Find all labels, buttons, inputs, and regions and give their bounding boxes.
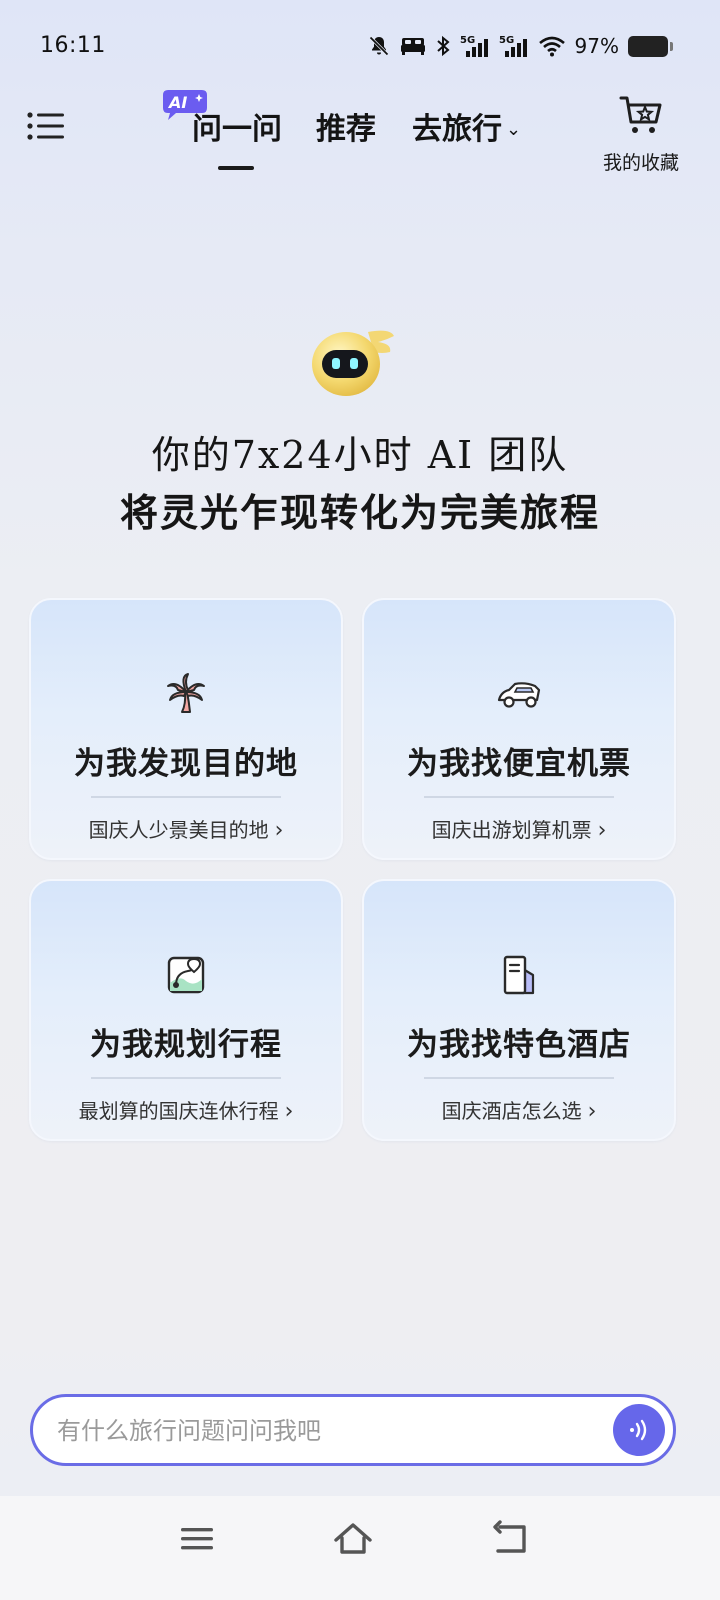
svg-text:AI: AI [167, 93, 187, 112]
svg-text:5G: 5G [460, 35, 475, 46]
chevron-right-icon: › [597, 818, 607, 843]
back-icon [493, 1520, 526, 1553]
bed-icon [400, 35, 426, 57]
ai-badge: AI [162, 88, 208, 122]
wifi-icon [538, 35, 566, 57]
card-divider [424, 796, 614, 798]
battery-icon [628, 35, 673, 57]
hero-subheadline: 将灵光乍现转化为完美旅程 [119, 490, 600, 535]
home-icon [334, 1523, 372, 1554]
active-tab-indicator [218, 166, 254, 170]
tab-travel-label: 去旅行 [412, 112, 502, 147]
tab-travel[interactable]: 去旅行 ⌄ [412, 104, 521, 148]
tab-recommend[interactable]: 推荐 [316, 104, 376, 148]
system-nav-bar [0, 1496, 720, 1600]
special-hotel-card[interactable]: 为我找特色酒店 国庆酒店怎么选 › [362, 879, 676, 1141]
svg-text:5G: 5G [499, 35, 514, 46]
cheap-flights-card[interactable]: 为我找便宜机票 国庆出游划算机票 › [362, 598, 676, 860]
status-icons: 5G 5G 97% [367, 32, 673, 60]
ai-mascot-icon [308, 326, 398, 400]
hamburger-menu-icon [27, 112, 64, 140]
menu-button[interactable] [26, 106, 66, 146]
chat-input-bar [30, 1394, 676, 1466]
card-divider [91, 1077, 281, 1079]
card-suggestion-link[interactable]: 国庆出游划算机票 › [364, 814, 674, 843]
card-divider [424, 1077, 614, 1079]
battery-percent: 97% [574, 34, 619, 58]
status-time: 16:11 [40, 33, 106, 58]
card-subtitle: 国庆人少景美目的地 [88, 818, 269, 842]
favorites-label: 我的收藏 [602, 152, 679, 174]
plan-itinerary-card[interactable]: 为我规划行程 最划算的国庆连休行程 › [29, 879, 343, 1141]
menu-lines-icon [181, 1528, 213, 1550]
top-header: AI 问一问 推荐 去旅行 ⌄ 我的收藏 [0, 80, 720, 180]
nav-back-button[interactable] [486, 1514, 536, 1564]
signal-5g-icon: 5G [499, 33, 529, 59]
card-title: 为我找特色酒店 [407, 1027, 631, 1063]
shopping-cart-star-icon [619, 96, 662, 133]
favorites-button[interactable]: 我的收藏 [596, 92, 686, 174]
nav-recent-apps-button[interactable] [172, 1514, 222, 1564]
palm-tree-icon [164, 672, 208, 716]
chat-input[interactable] [55, 1409, 599, 1453]
card-suggestion-link[interactable]: 国庆人少景美目的地 › [31, 814, 341, 843]
card-title: 为我找便宜机票 [407, 746, 631, 782]
tab-recommend-label: 推荐 [316, 112, 376, 147]
voice-wave-icon [630, 1419, 647, 1441]
chevron-right-icon: › [274, 818, 284, 843]
card-title: 为我发现目的地 [74, 746, 298, 782]
chevron-down-icon: ⌄ [506, 119, 522, 140]
card-divider [91, 796, 281, 798]
card-title: 为我规划行程 [90, 1027, 282, 1063]
bluetooth-icon [435, 34, 451, 58]
voice-button[interactable] [613, 1404, 665, 1456]
signal-5g-icon: 5G [460, 33, 490, 59]
chevron-right-icon: › [284, 1099, 294, 1124]
card-subtitle: 国庆出游划算机票 [431, 818, 592, 842]
mute-icon [367, 34, 391, 58]
car-icon [497, 672, 541, 716]
nav-home-button[interactable] [328, 1514, 378, 1564]
card-subtitle: 最划算的国庆连休行程 [78, 1099, 279, 1123]
card-suggestion-link[interactable]: 国庆酒店怎么选 › [364, 1095, 674, 1124]
map-route-icon [164, 953, 208, 997]
chevron-right-icon: › [587, 1099, 597, 1124]
hero-headline: 你的7x24小时 AI 团队 [151, 433, 569, 477]
discover-destination-card[interactable]: 为我发现目的地 国庆人少景美目的地 › [29, 598, 343, 860]
hotel-building-icon [497, 953, 541, 997]
card-subtitle: 国庆酒店怎么选 [441, 1099, 582, 1123]
card-suggestion-link[interactable]: 最划算的国庆连休行程 › [31, 1095, 341, 1124]
